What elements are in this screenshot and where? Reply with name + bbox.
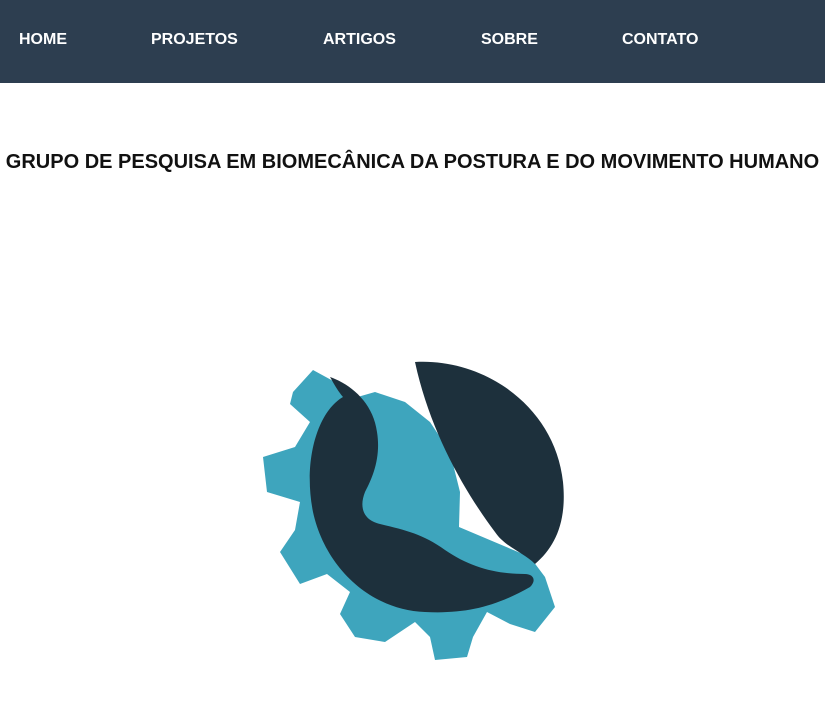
nav-link-home[interactable]: HOME — [19, 30, 67, 49]
nav-link-artigos[interactable]: ARTIGOS — [323, 30, 396, 49]
nav-link-projetos[interactable]: PROJETOS — [151, 30, 238, 49]
top-navbar: HOME PROJETOS ARTIGOS SOBRE CONTATO — [0, 0, 825, 83]
page-title: GRUPO DE PESQUISA EM BIOMECÂNICA DA POST… — [5, 151, 820, 174]
nav-link-sobre[interactable]: SOBRE — [481, 30, 538, 49]
nav-link-contato[interactable]: CONTATO — [622, 30, 698, 49]
gear-foot-logo-icon — [255, 352, 575, 672]
